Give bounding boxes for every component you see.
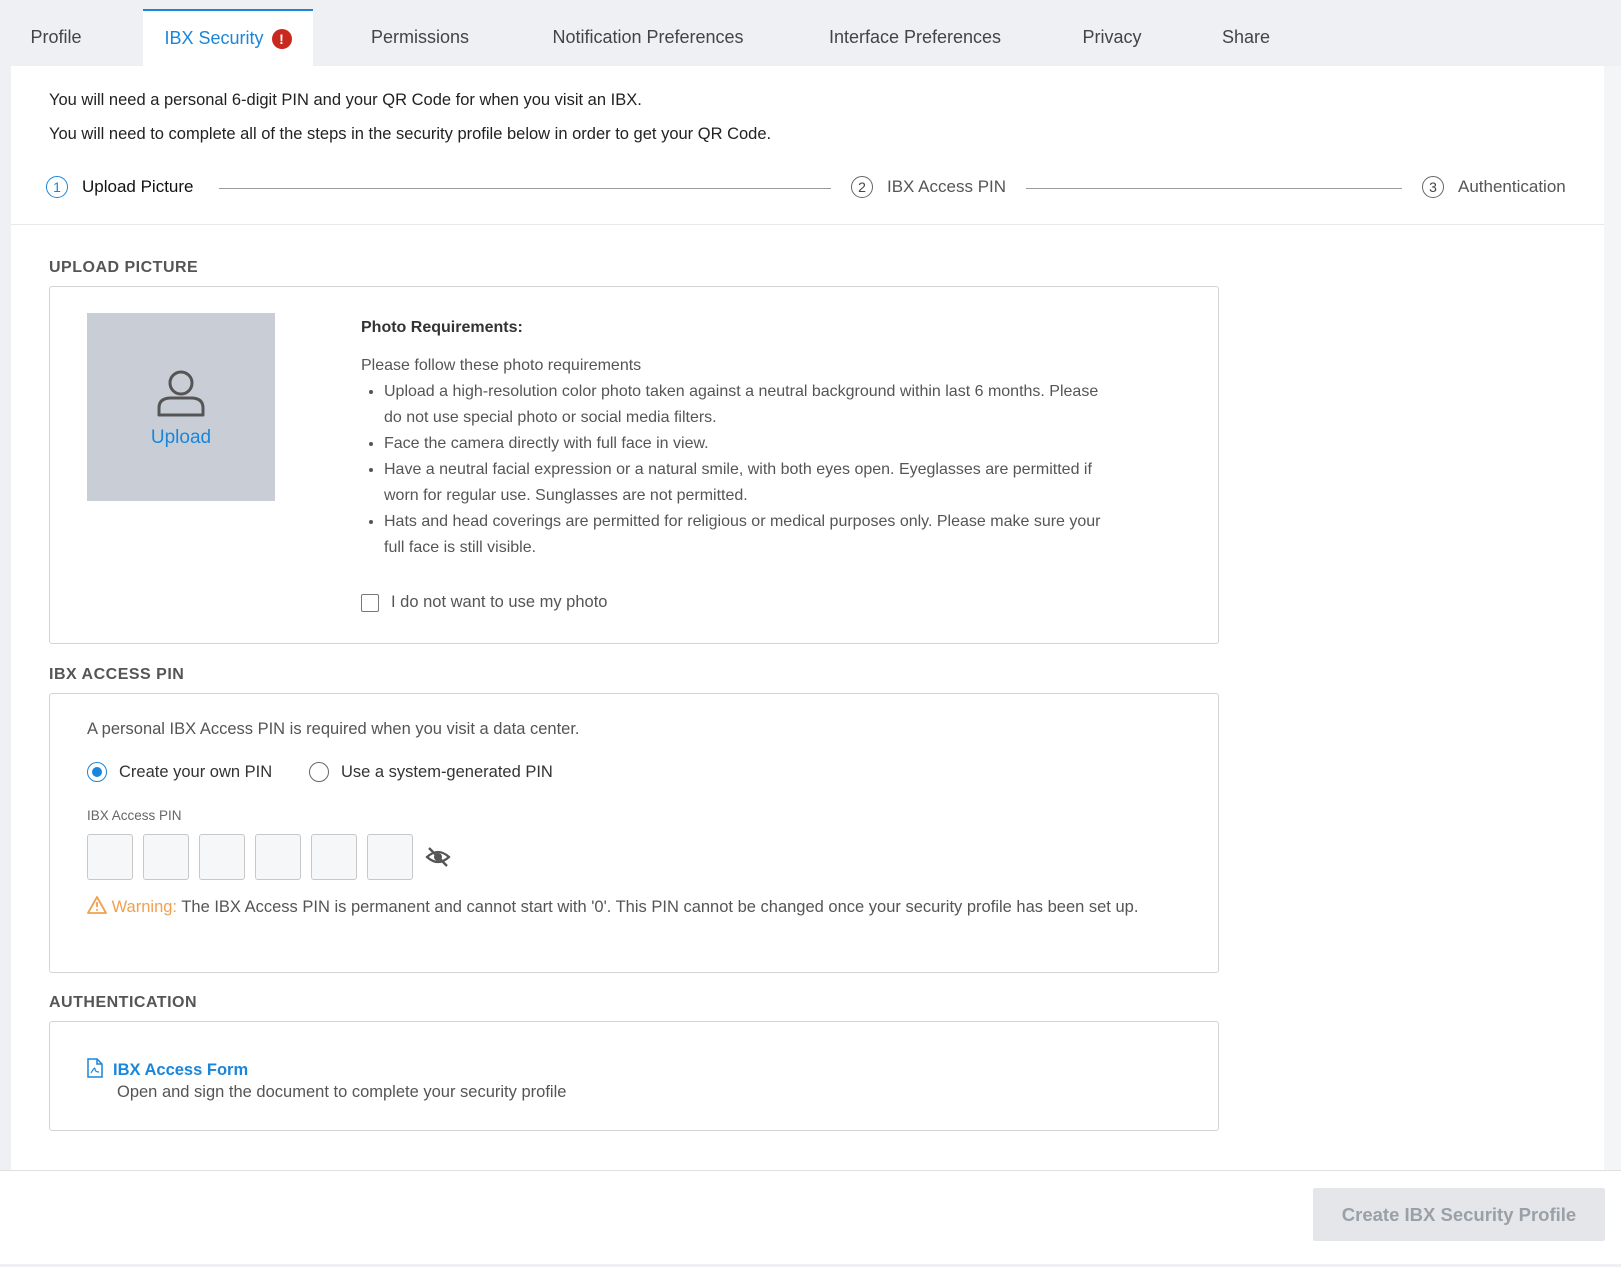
requirements-list: Upload a high-resolution color photo tak… [361, 379, 1104, 561]
pin-input-group [87, 834, 451, 880]
pin-description: A personal IBX Access PIN is required wh… [87, 720, 580, 738]
intro-text: You will need a personal 6-digit PIN and… [49, 91, 642, 109]
step-label: Authentication [1458, 177, 1566, 196]
radio-button[interactable] [309, 762, 329, 782]
step-number: 1 [46, 176, 68, 198]
upload-picture-card: Upload Photo Requirements: Please follow… [49, 286, 1219, 644]
tab-profile[interactable]: Profile [11, 9, 101, 66]
list-item: Hats and head coverings are permitted fo… [384, 509, 1104, 561]
tab-label: Interface Preferences [828, 27, 1002, 47]
divider [11, 224, 1604, 225]
upload-photo-button[interactable]: Upload [87, 313, 275, 501]
create-security-profile-button[interactable]: Create IBX Security Profile [1313, 1188, 1605, 1241]
ibx-access-form-label: IBX Access Form [113, 1061, 249, 1079]
no-photo-checkbox[interactable] [361, 593, 379, 612]
radio-create-own-pin[interactable]: Create your own PIN [87, 762, 272, 782]
eye-off-icon[interactable] [425, 846, 451, 868]
pin-digit-input[interactable] [143, 834, 189, 880]
intro-text: You will need to complete all of the ste… [49, 125, 772, 143]
tab-notification-preferences[interactable]: Notification Preferences [540, 9, 756, 66]
requirements-title: Photo Requirements: [361, 319, 523, 336]
alert-icon: ! [271, 28, 292, 49]
pin-card: A personal IBX Access PIN is required wh… [49, 693, 1219, 973]
security-panel: You will need a personal 6-digit PIN and… [11, 66, 1604, 1170]
section-title-pin: IBX ACCESS PIN [49, 666, 185, 683]
tab-ibx-security[interactable]: IBX Security ! [143, 9, 313, 66]
auth-description: Open and sign the document to complete y… [117, 1083, 567, 1101]
pin-digit-input[interactable] [199, 834, 245, 880]
step-label: IBX Access PIN [887, 177, 1007, 196]
pin-warning: Warning: The IBX Access PIN is permanent… [87, 894, 1147, 920]
pdf-document-icon [87, 1058, 103, 1083]
tab-interface-preferences[interactable]: Interface Preferences [818, 9, 1012, 66]
radio-button[interactable] [87, 762, 107, 782]
list-item: Upload a high-resolution color photo tak… [384, 379, 1104, 431]
step-connector [1026, 188, 1402, 189]
tab-permissions[interactable]: Permissions [355, 9, 485, 66]
pin-digit-input[interactable] [255, 834, 301, 880]
step-authentication[interactable]: 3 Authentication [1422, 176, 1566, 198]
radio-label: Create your own PIN [119, 762, 273, 781]
ibx-access-form-link[interactable]: IBX Access Form [87, 1058, 248, 1083]
scroll-gutter [1604, 66, 1621, 1170]
step-number: 3 [1422, 176, 1444, 198]
tab-privacy[interactable]: Privacy [1072, 9, 1152, 66]
pin-digit-input[interactable] [367, 834, 413, 880]
step-connector [219, 188, 831, 189]
section-title-authentication: AUTHENTICATION [49, 994, 198, 1011]
tab-label: Privacy [1082, 27, 1142, 47]
requirements-intro: Please follow these photo requirements [361, 357, 642, 374]
step-number: 2 [851, 176, 873, 198]
pin-field-label: IBX Access PIN [87, 808, 182, 823]
tab-label: Share [1221, 27, 1271, 47]
tab-label: Permissions [370, 27, 470, 47]
tab-label: Notification Preferences [552, 27, 744, 47]
tab-label: IBX Security [164, 28, 264, 48]
radio-label: Use a system-generated PIN [341, 762, 553, 781]
pin-digit-input[interactable] [311, 834, 357, 880]
tab-label: Profile [30, 27, 82, 47]
upload-label: Upload [150, 426, 212, 448]
pin-digit-input[interactable] [87, 834, 133, 880]
warning-label: Warning: [111, 898, 178, 916]
list-item: Have a neutral facial expression or a na… [384, 457, 1104, 509]
footer-bar: Create IBX Security Profile [0, 1170, 1621, 1264]
step-ibx-access-pin[interactable]: 2 IBX Access PIN [851, 176, 1006, 198]
list-item: Face the camera directly with full face … [384, 431, 1104, 457]
no-photo-label: I do not want to use my photo [391, 593, 608, 611]
tab-share[interactable]: Share [1210, 9, 1282, 66]
user-icon [155, 366, 207, 423]
warning-triangle-icon [87, 896, 112, 916]
section-title-upload: UPLOAD PICTURE [49, 259, 199, 276]
warning-text: The IBX Access PIN is permanent and cann… [181, 898, 1139, 916]
step-upload-picture[interactable]: 1 Upload Picture [46, 176, 194, 198]
no-photo-option[interactable]: I do not want to use my photo [361, 593, 607, 612]
radio-system-generated-pin[interactable]: Use a system-generated PIN [309, 762, 553, 782]
step-label: Upload Picture [82, 177, 194, 196]
tab-bar: Profile IBX Security ! Permissions Notif… [0, 0, 1621, 66]
authentication-card: IBX Access Form Open and sign the docume… [49, 1021, 1219, 1131]
